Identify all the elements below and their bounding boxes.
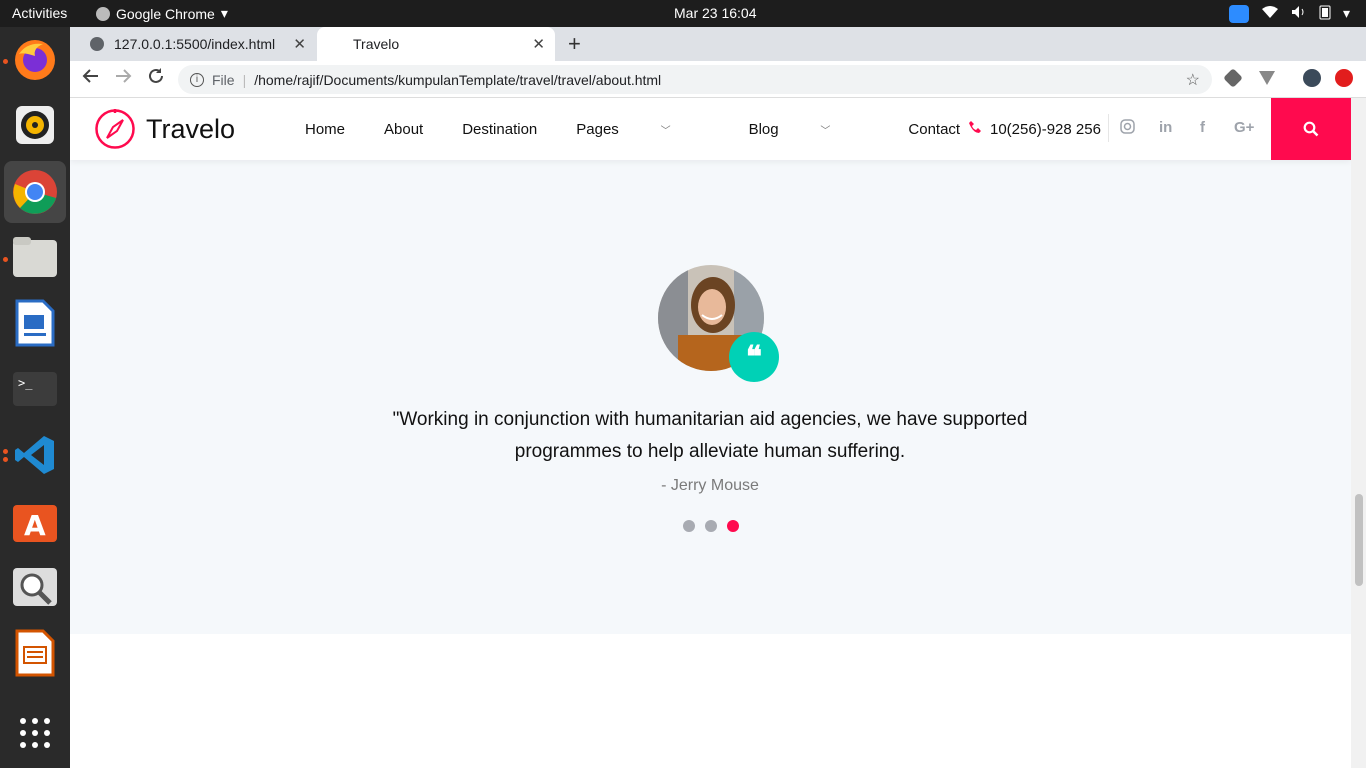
menu-item-label: Blog [748, 121, 779, 138]
reload-icon[interactable] [147, 67, 165, 90]
carousel-dot[interactable] [683, 520, 695, 532]
writer-icon[interactable] [11, 299, 59, 347]
software-center-icon[interactable]: A [11, 497, 59, 545]
google-plus-icon[interactable]: G+ [1234, 119, 1254, 136]
running-indicator [3, 257, 8, 262]
quote-icon: ❝ [729, 332, 779, 382]
new-tab-icon[interactable]: + [568, 31, 581, 57]
page-scrollbar[interactable] [1351, 98, 1366, 768]
site-header: Travelo Home About Destination Pages ﹀ B… [70, 98, 1351, 160]
image-viewer-icon[interactable] [11, 563, 59, 611]
wifi-icon [1261, 5, 1279, 22]
web-page: Travelo Home About Destination Pages ﹀ B… [70, 98, 1351, 768]
site-logo[interactable]: Travelo [94, 108, 235, 150]
testimonial-section: ❝ "Working in conjunction with humanitar… [70, 160, 1351, 634]
app-name: Google Chrome [116, 5, 215, 22]
update-icon[interactable] [1335, 69, 1353, 87]
bookmark-star-icon[interactable]: ☆ [1186, 70, 1200, 90]
activities-button[interactable]: Activities [12, 5, 67, 21]
chevron-down-icon: ▾ [1342, 5, 1350, 21]
tab-title: 127.0.0.1:5500/index.html [114, 36, 276, 52]
carousel-dots [683, 520, 739, 532]
volume-icon [1291, 5, 1307, 22]
zoom-icon[interactable] [1228, 4, 1249, 23]
compass-logo-icon [95, 109, 135, 149]
battery-icon [1319, 4, 1331, 23]
menu-item-blog[interactable]: Blog ﹀ [749, 121, 870, 138]
linkedin-icon[interactable]: in [1159, 119, 1172, 136]
firefox-icon[interactable] [11, 36, 59, 84]
url-text[interactable]: /home/rajif/Documents/kumpulanTemplate/t… [254, 72, 661, 88]
tab-index[interactable]: 127.0.0.1:5500/index.html ✕ [78, 27, 316, 61]
carousel-dot-active[interactable] [727, 520, 739, 532]
running-indicator [3, 457, 8, 462]
chevron-down-icon: ▾ [220, 5, 228, 21]
phone-number: 10(256)-928 256 [990, 120, 1101, 138]
menu-item-label: Pages [576, 121, 619, 138]
close-icon[interactable]: ✕ [532, 35, 545, 53]
rhythmbox-icon[interactable] [11, 101, 59, 149]
close-icon[interactable]: ✕ [293, 35, 306, 53]
address-bar[interactable]: i File | /home/rajif/Documents/kumpulanT… [178, 65, 1212, 94]
vue-devtools-icon[interactable] [1258, 69, 1276, 87]
info-icon[interactable]: i [190, 72, 204, 87]
terminal-icon[interactable]: >_ [11, 365, 59, 413]
scheme-label: File [212, 71, 235, 88]
clock[interactable]: Mar 23 16:04 [674, 5, 757, 21]
profile-avatar[interactable] [1303, 69, 1321, 87]
vscode-icon[interactable] [11, 431, 59, 479]
chevron-down-icon: ﹀ [657, 126, 671, 137]
svg-text:A: A [24, 509, 46, 542]
show-apps-icon[interactable] [11, 709, 59, 757]
app-menu[interactable]: Google Chrome ▾ [96, 5, 228, 22]
main-menu: Home About Destination Pages ﹀ Blog ﹀ Co… [305, 121, 999, 138]
separator: | [242, 71, 247, 88]
menu-item-contact[interactable]: Contact [908, 121, 960, 138]
tab-travelo[interactable]: Travelo ✕ [317, 27, 555, 61]
files-icon[interactable] [11, 233, 59, 281]
browser-toolbar: i File | /home/rajif/Documents/kumpulanT… [70, 61, 1366, 98]
impress-icon[interactable] [11, 629, 59, 677]
divider [1108, 114, 1109, 142]
phone-link[interactable]: 10(256)-928 256 [968, 120, 1101, 138]
tab-title: Travelo [353, 36, 400, 52]
back-icon[interactable] [82, 67, 100, 90]
running-indicator [3, 449, 8, 454]
running-indicator [3, 59, 8, 64]
system-top-bar: Activities Google Chrome ▾ Mar 23 16:04 … [0, 0, 1366, 27]
menu-item-about[interactable]: About [384, 121, 423, 138]
scrollbar-thumb[interactable] [1355, 494, 1363, 586]
menu-item-pages[interactable]: Pages ﹀ [576, 121, 709, 138]
system-tray[interactable]: ▾ [1228, 4, 1350, 23]
menu-item-home[interactable]: Home [305, 121, 345, 138]
svg-text:>_: >_ [18, 376, 33, 390]
search-button[interactable] [1271, 98, 1351, 160]
globe-icon [90, 37, 104, 51]
chevron-down-icon: ﹀ [817, 126, 831, 137]
chrome-small-icon [96, 6, 110, 21]
forward-icon[interactable] [114, 67, 132, 90]
tab-strip: 127.0.0.1:5500/index.html ✕ Travelo ✕ + [70, 27, 1366, 61]
testimonial-quote: "Working in conjunction with humanitaria… [392, 409, 1028, 462]
menu-item-destination[interactable]: Destination [462, 121, 537, 138]
search-icon [1303, 121, 1319, 137]
testimonial-author: - Jerry Mouse [661, 477, 759, 494]
carousel-dot[interactable] [705, 520, 717, 532]
dock: >_ A [0, 27, 70, 768]
browser-window: 127.0.0.1:5500/index.html ✕ Travelo ✕ + … [70, 27, 1366, 768]
phone-icon [968, 120, 982, 138]
logo-text: Travelo [146, 113, 236, 144]
facebook-icon[interactable]: f [1200, 119, 1205, 136]
instagram-icon[interactable] [1120, 119, 1135, 138]
chrome-icon[interactable] [4, 161, 66, 223]
extension-icon[interactable] [1223, 68, 1243, 88]
